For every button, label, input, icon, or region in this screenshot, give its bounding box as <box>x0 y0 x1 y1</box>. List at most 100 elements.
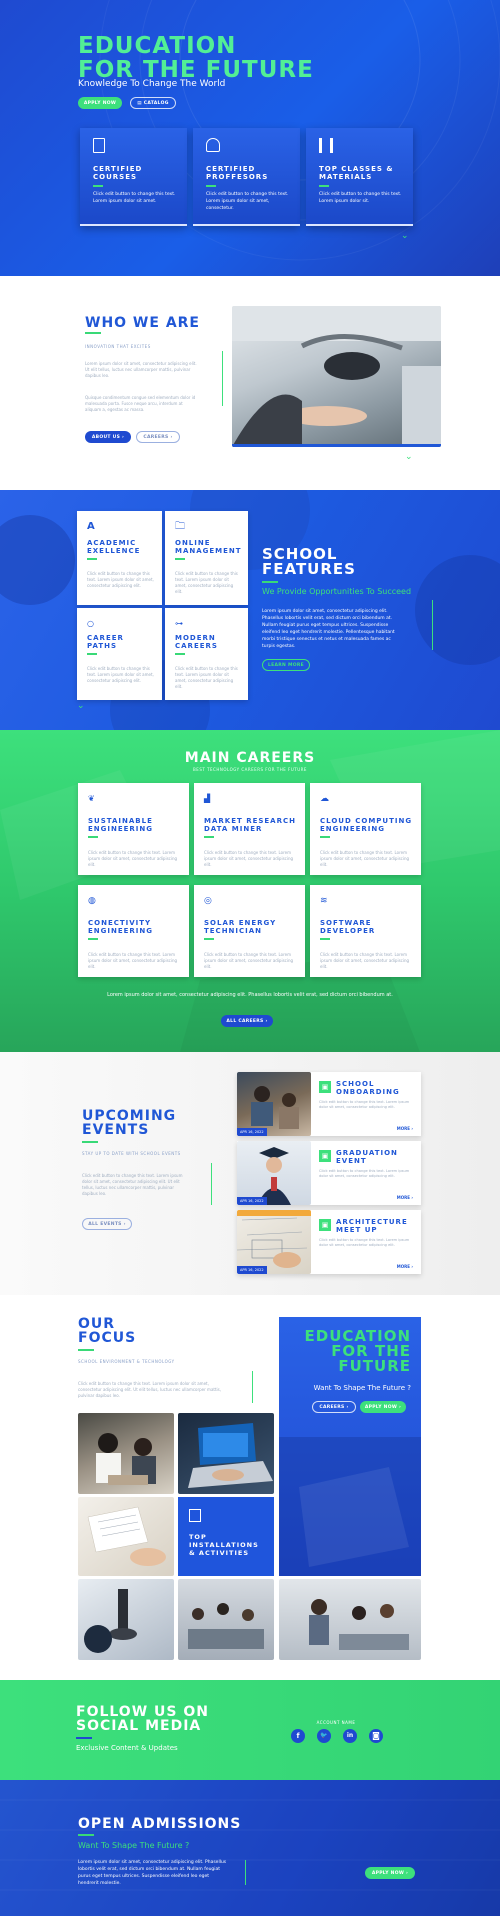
divider <box>87 558 97 560</box>
focus-caption: SCHOOL ENVIRONMENT & TECHNOLOGY <box>78 1359 175 1364</box>
admissions-subtitle: Want To Shape The Future ? <box>78 1841 190 1850</box>
focus-photo-notebook <box>78 1497 174 1576</box>
event-text: Click edit button to change this text. L… <box>319 1238 410 1247</box>
event-title: GRADUATION EVENT <box>336 1149 398 1165</box>
leaf-icon: ❦ <box>88 794 95 803</box>
all-careers-button[interactable]: ALL CAREERS › <box>221 1015 273 1027</box>
admissions-title: OPEN ADMISSIONS <box>78 1816 242 1832</box>
events-title: UPCOMING EVENTS <box>82 1108 177 1138</box>
divider <box>85 332 101 334</box>
focus-text: Click edit button to change this text. L… <box>78 1381 222 1398</box>
feature-card-text: Click edit button to change this text. L… <box>175 571 238 594</box>
apply-now-button[interactable]: APPLY NOW <box>78 97 122 109</box>
vertical-rule <box>211 1163 212 1205</box>
event-item[interactable]: APR 16, 2022 ▣ GRADUATION EVENT Click edi… <box>237 1141 421 1205</box>
event-title: ARCHITECTURE MEET UP <box>336 1218 408 1234</box>
divider <box>88 836 98 838</box>
letter-a-icon: A <box>87 521 95 532</box>
event-date: APR 16, 2022 <box>237 1128 267 1136</box>
linkedin-icon[interactable]: in <box>343 1729 357 1743</box>
vertical-rule <box>252 1371 253 1403</box>
career-card[interactable]: ❦ SUSTAINABLE ENGINEERING Click edit butt… <box>78 783 189 875</box>
divider <box>82 1141 98 1143</box>
feature-card[interactable]: A ACADEMIC EXELLENCE Click edit button to… <box>77 511 162 605</box>
career-card[interactable]: ≋ SOFTWARE DEVELOPER Click edit button to… <box>310 885 421 977</box>
target-icon: ◎ <box>204 896 212 906</box>
about-us-button[interactable]: ABOUT US › <box>85 431 131 443</box>
card-underline <box>80 224 187 226</box>
event-more-link[interactable]: MORE › <box>397 1264 413 1269</box>
social-section: FOLLOW US ON SOCIAL MEDIA Exclusive Conte… <box>0 1680 500 1780</box>
event-date: APR 16, 2022 <box>237 1266 267 1274</box>
all-events-button[interactable]: ALL EVENTS › <box>82 1218 132 1230</box>
career-card[interactable]: ▟ MARKET RESEARCH DATA MINER Click edit b… <box>194 783 305 875</box>
layers-icon: ≋ <box>320 896 328 906</box>
hero-card[interactable]: CERTIFIED PROFFESORS Click edit button to… <box>193 128 300 226</box>
about-photo-dentist <box>232 306 441 447</box>
career-card-title: SOLAR ENERGY TECHNICIAN <box>204 919 277 935</box>
features-section: A ACADEMIC EXELLENCE Click edit button to… <box>0 490 500 730</box>
hero-card-text: Click edit button to change this text. Lo… <box>93 192 176 204</box>
card-underline <box>193 224 300 226</box>
divider <box>204 836 214 838</box>
careers-button[interactable]: CAREERS › <box>312 1401 356 1413</box>
features-text: Lorem ipsum dolor sit amet, consectetur … <box>262 609 395 649</box>
event-item[interactable]: APR 16, 2022 ▣ ARCHITECTURE MEET UP Click… <box>237 1210 421 1274</box>
feature-card-title: ONLINE MANAGEMENT <box>175 539 242 555</box>
social-label: ACCOUNT NAME <box>316 1720 356 1725</box>
chevron-down-icon[interactable]: ⌄ <box>401 231 409 241</box>
focus-photo-microscope <box>78 1579 174 1660</box>
divider <box>175 653 185 655</box>
feature-card[interactable]: ⊶ MODERN CAREERS Click edit button to cha… <box>165 608 248 700</box>
vertical-rule <box>432 600 433 650</box>
divider <box>78 1834 94 1836</box>
learn-more-button[interactable]: LEARN MORE <box>262 659 310 671</box>
apply-now-button[interactable]: APPLY NOW › <box>360 1401 406 1413</box>
focus-title: OUR FOCUS <box>78 1316 137 1346</box>
focus-tile-installations[interactable]: TOP INSTALLATIONS & ACTIVITIES <box>178 1497 274 1576</box>
divider <box>262 581 278 583</box>
facebook-icon[interactable]: f <box>291 1729 305 1743</box>
feature-card-text: Click edit button to change this text. L… <box>87 571 154 588</box>
feature-card[interactable]: ○ CAREER PATHS Click edit button to chang… <box>77 608 162 700</box>
feature-card[interactable]: 🗀 ONLINE MANAGEMENT Click edit button to … <box>165 511 248 605</box>
event-item[interactable]: APR 16, 2022 ▣ SCHOOL ONBOARDING Click ed… <box>237 1072 421 1136</box>
divider <box>206 185 216 187</box>
career-card[interactable]: ◍ CONECTIVITY ENGINEERING Click edit butt… <box>78 885 189 977</box>
focus-photo-laptop <box>178 1413 274 1494</box>
hero-section: EDUCATION FOR THE FUTURE Knowledge To Cha… <box>0 0 500 276</box>
apply-now-button[interactable]: APPLY NOW › <box>365 1867 415 1879</box>
hero-card-title: TOP CLASSES & MATERIALS <box>319 165 394 181</box>
social-subtitle: Exclusive Content & Updates <box>76 1744 178 1752</box>
career-card[interactable]: ◎ SOLAR ENERGY TECHNICIAN Click edit butt… <box>194 885 305 977</box>
hero-title: EDUCATION FOR THE FUTURE <box>78 33 314 83</box>
hero-card[interactable]: CERTIFIED COURSES Click edit button to ch… <box>80 128 187 226</box>
event-date: APR 16, 2022 <box>237 1197 267 1205</box>
cloud-icon: ☁ <box>320 794 329 804</box>
photo-dental-tools <box>232 306 441 447</box>
promo-title: EDUCATION FOR THE FUTURE <box>304 1327 411 1375</box>
twitter-icon[interactable]: 🐦 <box>317 1729 331 1743</box>
chevron-down-icon[interactable]: ⌄ <box>77 701 85 711</box>
career-card-title: CONECTIVITY ENGINEERING <box>88 919 154 935</box>
careers-button[interactable]: CAREERS › <box>136 431 180 443</box>
instagram-icon[interactable]: ◙ <box>369 1729 383 1743</box>
career-card[interactable]: ☁ CLOUD COMPUTING ENGINEERING Click edit … <box>310 783 421 875</box>
event-photo-architecture: APR 16, 2022 <box>237 1210 311 1274</box>
chevron-down-icon[interactable]: ⌄ <box>405 452 413 462</box>
event-more-link[interactable]: MORE › <box>397 1195 413 1200</box>
event-text: Click edit button to change this text. L… <box>319 1169 410 1178</box>
vertical-rule <box>245 1860 246 1885</box>
feature-card-text: Click edit button to change this text. L… <box>175 666 238 689</box>
divider <box>87 653 97 655</box>
hero-subtitle: Knowledge To Change The World <box>78 79 226 89</box>
focus-section: OUR FOCUS SCHOOL ENVIRONMENT & TECHNOLOGY… <box>0 1295 500 1680</box>
events-text: Click edit button to change this text. L… <box>82 1173 183 1196</box>
hero-card[interactable]: TOP CLASSES & MATERIALS Click edit button… <box>306 128 413 226</box>
careers-footer-text: Lorem ipsum dolor sit amet, consectetur … <box>107 992 393 998</box>
career-card-text: Click edit button to change this text. L… <box>88 850 178 867</box>
about-paragraph: Lorem ipsum dolor sit amet, consectetur … <box>85 361 197 378</box>
catalog-button[interactable]: ▤ CATALOG <box>130 97 176 109</box>
career-card-title: SUSTAINABLE ENGINEERING <box>88 817 154 833</box>
event-more-link[interactable]: MORE › <box>397 1126 413 1131</box>
